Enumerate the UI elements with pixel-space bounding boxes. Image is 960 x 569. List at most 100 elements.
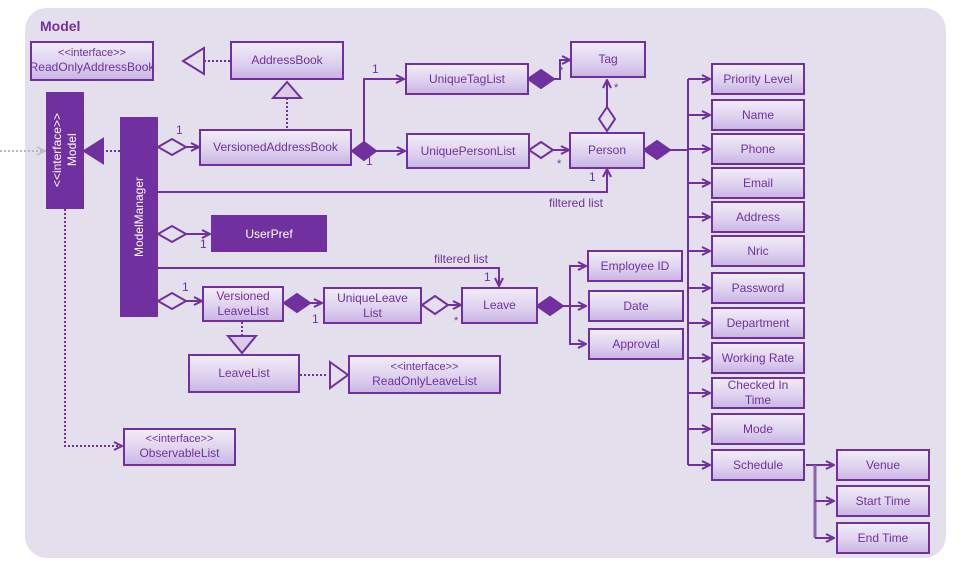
class-name-line2: List xyxy=(363,305,382,320)
class-modelmanager: ModelManager xyxy=(120,117,158,317)
attribute-box: Email xyxy=(711,167,805,199)
vab-uniquetaglist-line xyxy=(363,79,404,142)
multiplicity-label: * xyxy=(454,315,459,327)
attribute-name: Priority Level xyxy=(723,71,793,86)
class-name: Person xyxy=(587,143,627,157)
class-name: Employee ID xyxy=(600,258,670,273)
class-name: ObservableList xyxy=(139,446,220,460)
attribute-name: Nric xyxy=(747,243,769,258)
class-versionedleavelist: Versioned LeaveList xyxy=(202,286,284,322)
attribute-name: Password xyxy=(731,280,785,295)
multiplicity-label: 1 xyxy=(589,170,596,184)
multiplicity-label: 1 xyxy=(176,123,183,137)
attribute-name: Mode xyxy=(742,421,774,436)
realization-arrowhead-filled xyxy=(82,137,104,165)
class-name: LeaveList xyxy=(218,366,270,380)
class-date: Date xyxy=(588,290,684,322)
class-uniquetaglist: UniqueTagList xyxy=(405,63,529,95)
realization-arrowhead xyxy=(329,360,350,390)
attribute-box: Password xyxy=(711,272,805,304)
attribute-name: Address xyxy=(735,209,781,224)
attribute-name: Checked In Time xyxy=(727,378,789,407)
class-readonlyleavelist: <<interface>> ReadOnlyLeaveList xyxy=(348,355,501,394)
multiplicity-label: 1 xyxy=(200,237,207,251)
composition-diamond xyxy=(526,68,556,90)
multiplicity-label: * xyxy=(614,82,619,94)
class-leave: Leave xyxy=(461,287,538,324)
composition-diamond xyxy=(642,139,672,161)
class-name: VersionedAddressBook xyxy=(213,140,338,154)
class-name: UniqueTagList xyxy=(428,71,506,86)
schedule-attribute-box: Venue xyxy=(836,449,930,481)
attribute-box: Priority Level xyxy=(711,63,805,95)
class-userpref: UserPref xyxy=(211,215,327,252)
composition-diamond xyxy=(282,292,312,314)
multiplicity-label: 1 xyxy=(484,270,491,284)
schedule-attribute-box: End Time xyxy=(836,522,930,554)
filtered-list-label: filtered list xyxy=(434,252,489,266)
schedule-attribute-box: Start Time xyxy=(836,485,930,517)
multiplicity-label: 1 xyxy=(312,312,319,326)
realization-arrowhead xyxy=(181,46,205,76)
aggregation-diamond xyxy=(155,224,189,244)
class-uniqueleavelist: UniqueLeave List xyxy=(323,287,422,324)
attribute-name: Name xyxy=(741,107,774,122)
multiplicity-label: 1 xyxy=(366,154,373,168)
multiplicity-label: * xyxy=(557,158,562,170)
class-uniquepersonlist: UniquePersonList xyxy=(406,133,530,169)
aggregation-diamond xyxy=(420,294,450,316)
aggregation-diamond xyxy=(597,105,617,133)
class-observablelist: <<interface>> ObservableList xyxy=(123,428,236,466)
attribute-name: Venue xyxy=(865,457,901,472)
class-name: Tag xyxy=(598,52,618,66)
multiplicity-label: * xyxy=(559,65,564,77)
model-observablelist-line xyxy=(64,209,122,446)
class-name-line1: UniqueLeave xyxy=(337,290,408,305)
aggregation-diamond xyxy=(155,291,189,311)
filtered-person-line xyxy=(158,169,607,193)
stereotype-label: <<interface>> xyxy=(390,360,459,373)
class-name: AddressBook xyxy=(251,53,323,67)
class-name: UserPref xyxy=(245,226,293,241)
generalization-arrowhead xyxy=(270,80,304,99)
multiplicity-label: 1 xyxy=(182,280,189,294)
class-person: Person xyxy=(569,132,645,169)
class-leavelist: LeaveList xyxy=(188,354,300,393)
class-approval: Approval xyxy=(588,328,684,360)
composition-diamond xyxy=(535,295,565,317)
stereotype-label: <<interface>> xyxy=(58,47,126,59)
class-readonlyaddressbook: <<interface>> ReadOnlyAddressBook xyxy=(30,41,154,81)
filtered-leave-line xyxy=(158,267,499,286)
attribute-box: Nric xyxy=(711,235,805,267)
attribute-name: Phone xyxy=(740,141,776,156)
stereotype-label: <<interface>> xyxy=(145,433,214,445)
class-name: Approval xyxy=(612,336,660,351)
class-name: Model xyxy=(65,134,79,167)
attribute-box: Mode xyxy=(711,413,805,445)
attribute-box: Department xyxy=(711,307,805,339)
attribute-name: Email xyxy=(742,175,773,190)
attribute-name: Department xyxy=(726,315,790,330)
class-tag: Tag xyxy=(570,41,646,78)
attribute-box: Working Rate xyxy=(711,342,805,374)
generalization-arrowhead xyxy=(225,335,259,355)
class-name-line2: LeaveList xyxy=(217,304,269,318)
class-name: ReadOnlyLeaveList xyxy=(372,373,477,388)
attribute-name: Start Time xyxy=(855,493,911,508)
attribute-name: Schedule xyxy=(732,457,784,472)
class-name: UniquePersonList xyxy=(420,143,516,158)
class-name: Date xyxy=(623,298,649,313)
class-name: Leave xyxy=(483,298,516,312)
attribute-box: Schedule xyxy=(711,449,805,481)
attribute-name: Working Rate xyxy=(721,350,795,365)
attribute-box: Phone xyxy=(711,133,805,165)
aggregation-diamond xyxy=(155,137,189,157)
class-name-line1: Versioned xyxy=(216,289,270,303)
filtered-list-label: filtered list xyxy=(549,196,604,210)
attribute-box: Address xyxy=(711,201,805,233)
aggregation-diamond xyxy=(527,140,555,160)
attribute-box: Checked In Time xyxy=(711,377,805,409)
class-versionedaddressbook: VersionedAddressBook xyxy=(199,129,352,166)
attribute-box: Name xyxy=(711,99,805,131)
stereotype-label: <<interface>> xyxy=(50,113,64,188)
